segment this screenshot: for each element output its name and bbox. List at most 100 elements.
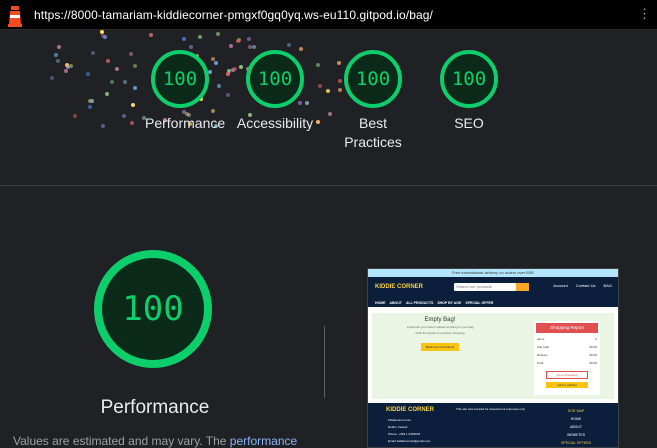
gauge-label: Performance [145, 115, 226, 131]
continue-button: Back Home Products [420, 343, 460, 351]
site-search-button [516, 283, 529, 291]
footer-logo: KIDDIE CORNER [386, 407, 435, 413]
site-body: Empty Bag! Looks like you haven't added … [372, 313, 614, 399]
site-footer: KIDDIE CORNER This site was created for … [368, 403, 618, 447]
site-nav: HOME ABOUT ALL PRODUCTS SHOP BY AGE SPEC… [368, 299, 618, 307]
confetti-dot [100, 33, 105, 38]
confetti-dot [114, 67, 119, 72]
confetti-dot [73, 113, 78, 118]
empty-sub2: Click the button to continue shopping [415, 331, 465, 335]
more-icon[interactable]: ⋮ [638, 6, 651, 22]
shopping-report: Shopping Report Items 0 Sub total €0.00 De… [534, 321, 600, 395]
empty-sub1: Looks like you haven't added anything to… [406, 325, 474, 329]
confetti-dot [132, 63, 137, 68]
site-logo: KIDDIE CORNER [375, 284, 424, 290]
confetti-dot [87, 105, 92, 110]
confetti-dot [101, 123, 106, 128]
site-header: KIDDIE CORNER Search our products Accoun… [368, 277, 618, 299]
confetti-dot [287, 42, 292, 47]
gauge-performance[interactable]: 100 Performance [145, 50, 226, 133]
divider [324, 326, 325, 398]
confetti-dot [132, 85, 137, 90]
performance-note: Values are estimated and may vary. The p… [13, 434, 297, 448]
site-nav-item: HOME [375, 301, 386, 305]
gauge-score: 100 [257, 68, 293, 90]
confetti-dot [90, 51, 95, 56]
confetti-dot [50, 76, 55, 81]
confetti-dot [69, 63, 74, 68]
site-contact: Contact Us [575, 283, 596, 288]
confetti-dot [122, 79, 127, 84]
lighthouse-icon [8, 5, 22, 27]
gauge-ring: 100 [344, 50, 402, 108]
address-bar: https://8000-tamariam-kiddiecorner-pmgxf… [0, 0, 657, 30]
confetti-dot [198, 34, 203, 39]
note-text: Values are estimated and may vary. The [13, 434, 227, 448]
confetti-dot [121, 113, 126, 118]
confetti-dot [247, 37, 252, 42]
site-bag: BAG [603, 283, 612, 288]
site-nav-item: SPECIAL OFFER [465, 301, 494, 305]
url-text[interactable]: https://8000-tamariam-kiddiecorner-pmgxf… [34, 8, 433, 22]
gauge-best-practices[interactable]: 100 Best Practices [338, 50, 408, 152]
scores-header: 100 Performance 100 Accessibility 100 Be… [0, 30, 657, 186]
confetti-dot [131, 102, 136, 107]
confetti-dot [188, 44, 193, 49]
confetti-dot [105, 58, 110, 63]
confetti-dot [54, 53, 59, 58]
confetti-dot [235, 39, 240, 44]
gauge-ring: 100 [246, 50, 304, 108]
confetti-dot [64, 69, 69, 74]
gauge-label: Accessibility [236, 115, 314, 131]
footer-contact: Kiddiecorner.com Dublin, Ireland Phone: … [388, 418, 431, 443]
report-checkout: Go to Checkout [546, 371, 588, 379]
site-banner: Free international delivery on orders ov… [368, 269, 618, 277]
confetti-dot [57, 44, 62, 49]
gauge-accessibility[interactable]: 100 Accessibility [230, 50, 320, 133]
confetti-dot [228, 43, 233, 48]
report-wishlist: Add to wishlist [546, 382, 588, 388]
gauge-ring: 100 [440, 50, 498, 108]
confetti-dot [110, 80, 115, 85]
confetti-dot [55, 59, 60, 64]
performance-link[interactable]: performance [230, 434, 297, 448]
confetti-dot [251, 45, 256, 49]
performance-score: 100 [122, 289, 184, 329]
empty-bag: Empty Bag! Looks like you haven't added … [392, 317, 488, 353]
gauge-label: Best Practices [344, 115, 402, 150]
confetti-dot [182, 37, 187, 42]
site-header-icons: Account Contact Us BAG [553, 283, 612, 288]
confetti-dot [328, 111, 333, 116]
site-nav-item: SHOP BY AGE [437, 301, 462, 305]
gauge-score: 100 [162, 68, 198, 90]
performance-gauge: 100 [94, 250, 212, 368]
performance-title: Performance [100, 397, 210, 418]
gauge-score: 100 [451, 68, 487, 90]
confetti-dot [247, 44, 252, 49]
site-nav-item: ALL PRODUCTS [405, 301, 434, 305]
footer-note: This site was created for assessment pur… [456, 407, 525, 411]
site-account: Account [553, 283, 568, 288]
confetti-dot [105, 92, 110, 97]
report-row: Sub total €0.00 [537, 345, 597, 349]
site-nav-item: ABOUT [389, 301, 402, 305]
confetti-dot [86, 72, 91, 77]
gauge-ring: 100 [151, 50, 209, 108]
confetti-dot [216, 32, 221, 37]
report-row: Delivery €0.00 [537, 353, 597, 357]
gauge-seo[interactable]: 100 SEO [434, 50, 504, 133]
site-search: Search our products [454, 283, 516, 291]
confetti-dot [129, 52, 134, 57]
confetti-dot [216, 83, 221, 88]
performance-section: 100 Performance Values are estimated and… [0, 186, 657, 448]
footer-sitemap: SITE MAP HOME ABOUT WEBSITES SPECIAL OFF… [561, 409, 591, 445]
empty-title: Empty Bag! [424, 317, 456, 323]
confetti-dot [130, 120, 134, 125]
gauge-score: 100 [355, 68, 391, 90]
confetti-dot [326, 88, 331, 93]
report-row: Items 0 [537, 337, 597, 341]
report-title: Shopping Report [536, 323, 598, 333]
final-screenshot[interactable]: Free international delivery on orders ov… [367, 268, 619, 448]
report-row: Total €0.00 [537, 361, 597, 365]
gauge-label: SEO [454, 115, 484, 131]
